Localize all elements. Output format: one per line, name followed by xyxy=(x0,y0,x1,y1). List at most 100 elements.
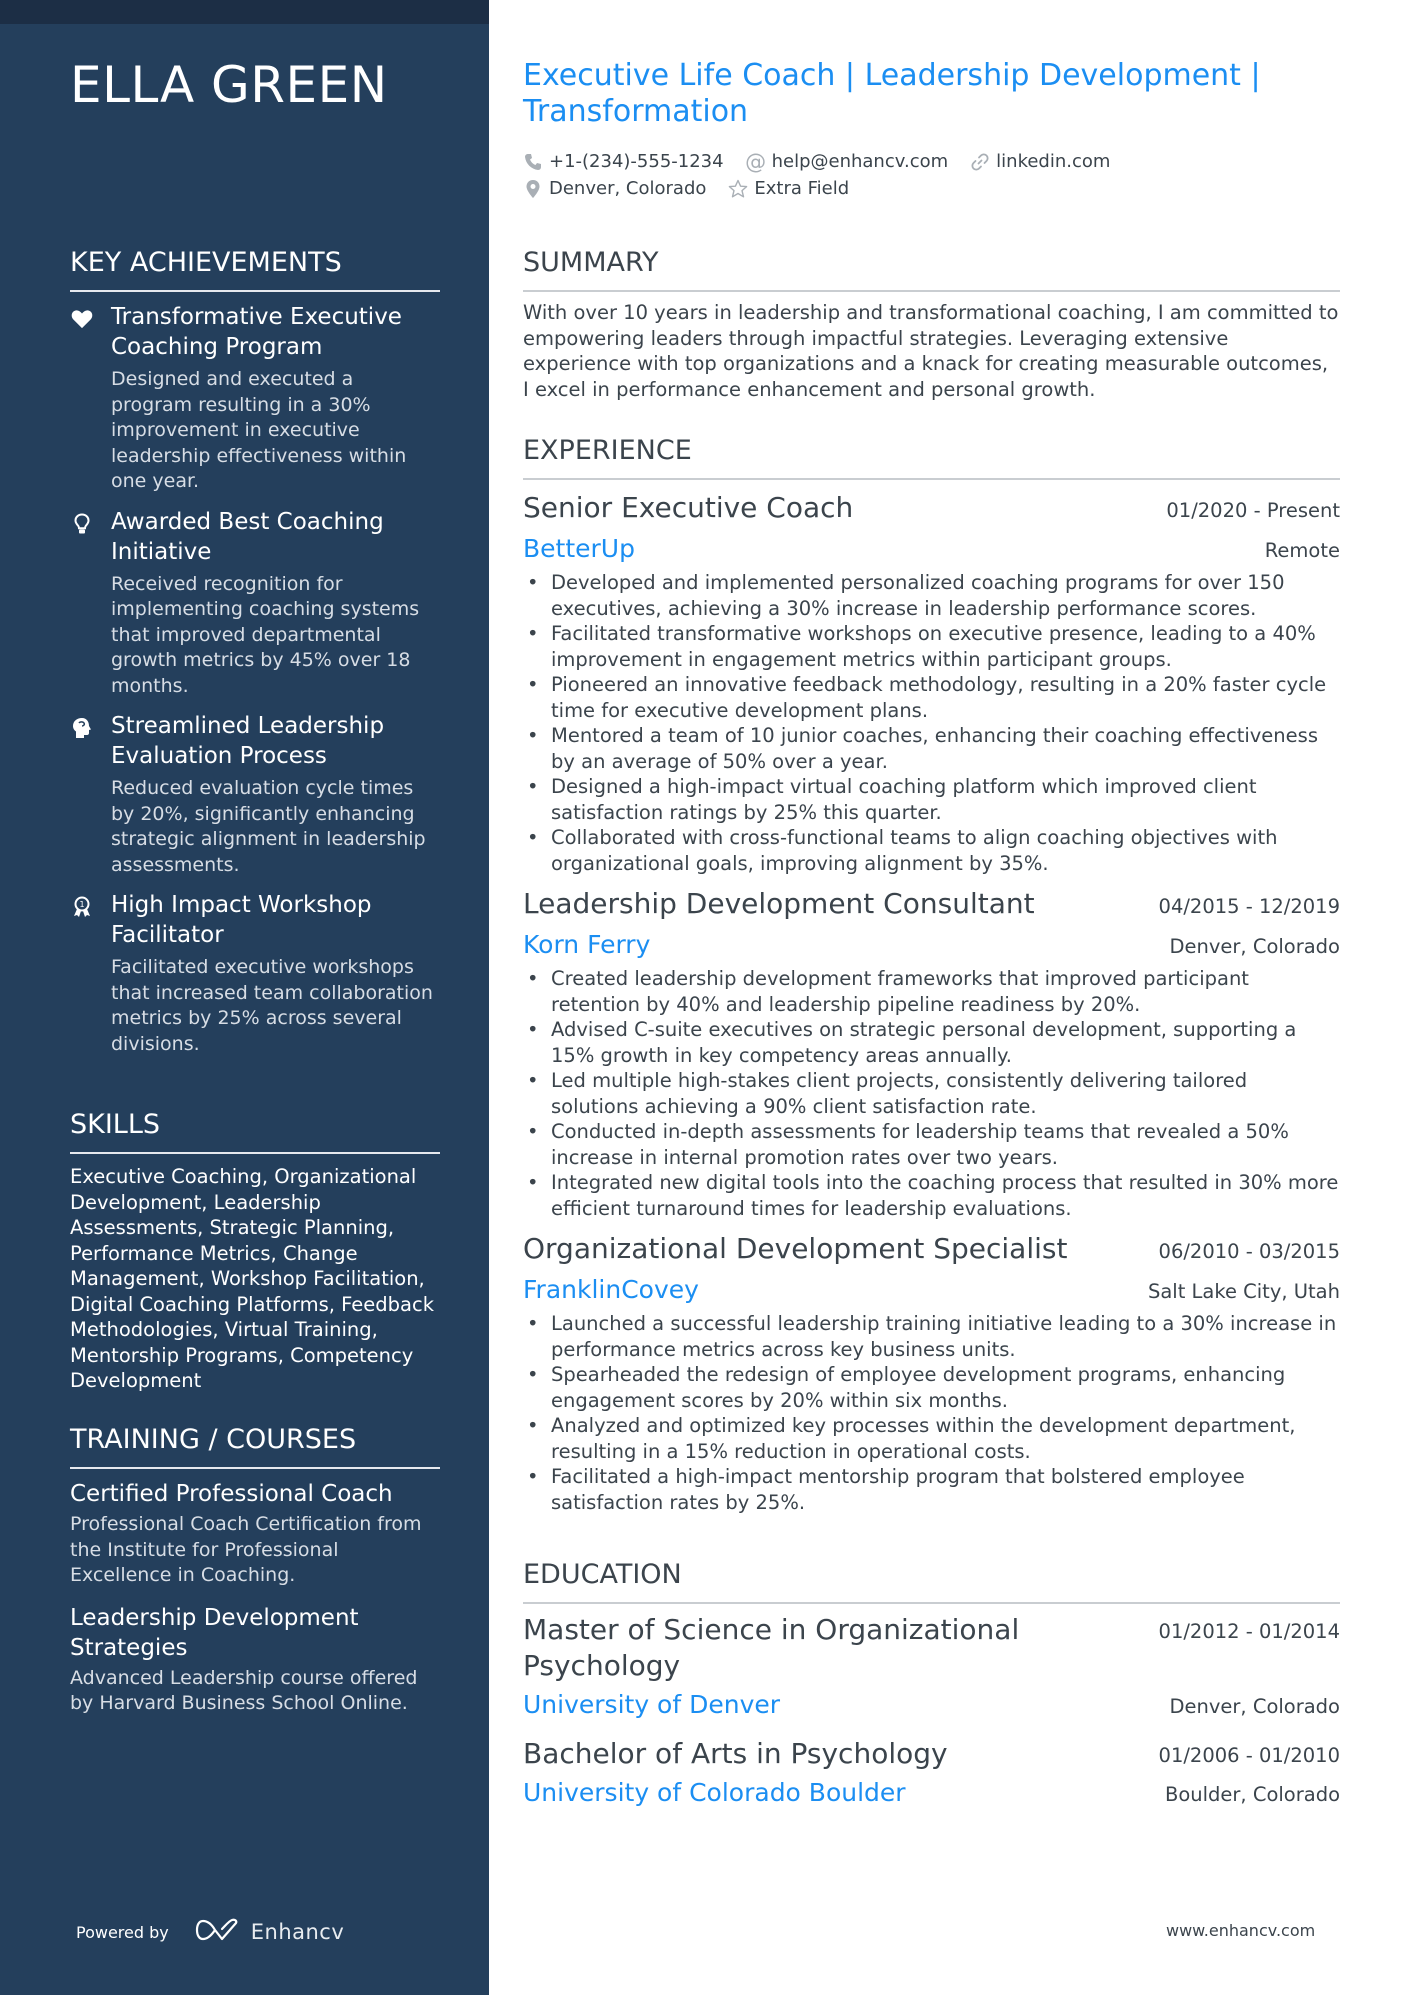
heart-icon xyxy=(70,308,94,330)
phone-contact[interactable]: +1-(234)-555-1234 xyxy=(523,151,724,172)
job-title: Organizational Development Specialist xyxy=(523,1232,1068,1265)
bullet-item: Conducted in-depth assessments for leade… xyxy=(523,1119,1340,1170)
education-dates: 01/2012 - 01/2014 xyxy=(1158,1620,1340,1643)
sidebar: ELLA GREEN KEY ACHIEVEMENTS Transformati… xyxy=(0,0,489,1995)
experience-section: EXPERIENCE Senior Executive Coach 01/202… xyxy=(523,434,1340,1523)
course-item: Leadership Development Strategies Advanc… xyxy=(70,1603,440,1717)
achievement-item: Streamlined Leadership Evaluation Proces… xyxy=(70,711,440,878)
location-contact: Denver, Colorado xyxy=(523,178,706,199)
email-contact[interactable]: @ help@enhancv.com xyxy=(745,149,949,174)
bullet-item: Launched a successful leadership trainin… xyxy=(523,1311,1340,1362)
achievement-title: Transformative Executive Coaching Progra… xyxy=(111,304,402,360)
education-section: EDUCATION Master of Science in Organizat… xyxy=(523,1558,1340,1824)
bullet-item: Collaborated with cross-functional teams… xyxy=(523,825,1340,876)
bullet-item: Spearheaded the redesign of employee dev… xyxy=(523,1362,1340,1413)
linkedin-url: linkedin.com xyxy=(996,151,1111,172)
location-text: Denver, Colorado xyxy=(549,178,707,199)
enhancv-brand-name: Enhancv xyxy=(250,1920,345,1944)
job-dates: 01/2020 - Present xyxy=(1166,499,1340,522)
linkedin-contact[interactable]: linkedin.com xyxy=(970,151,1110,172)
lightbulb-icon xyxy=(70,512,94,535)
job-bullets: Created leadership development framework… xyxy=(523,966,1340,1221)
bullet-item: Analyzed and optimized key processes wit… xyxy=(523,1413,1340,1464)
course-title: Certified Professional Coach xyxy=(70,1481,393,1507)
achievement-description: Designed and executed a program resultin… xyxy=(111,368,407,492)
course-item: Certified Professional Coach Professiona… xyxy=(70,1479,440,1589)
bullet-item: Mentored a team of 10 junior coaches, en… xyxy=(523,723,1340,774)
education-heading: EDUCATION xyxy=(523,1558,1340,1604)
powered-by-label: Powered by xyxy=(76,1922,169,1942)
job-title: Leadership Development Consultant xyxy=(523,887,1035,920)
achievement-description: Reduced evaluation cycle times by 20%, s… xyxy=(111,777,426,876)
location-pin-icon xyxy=(523,179,543,199)
bullet-item: Pioneered an innovative feedback methodo… xyxy=(523,672,1340,723)
skills-section: SKILLS Executive Coaching, Organizationa… xyxy=(70,1108,440,1394)
job-dates: 06/2010 - 03/2015 xyxy=(1158,1240,1340,1263)
bullet-item: Integrated new digital tools into the co… xyxy=(523,1170,1340,1221)
bullet-item: Developed and implemented personalized c… xyxy=(523,570,1340,621)
job-bullets: Developed and implemented personalized c… xyxy=(523,570,1340,876)
key-achievements-section: KEY ACHIEVEMENTS Transformative Executiv… xyxy=(70,246,440,1069)
extra-field-text: Extra Field xyxy=(754,178,850,199)
course-title: Leadership Development Strategies xyxy=(70,1604,359,1661)
at-icon: @ xyxy=(745,149,767,174)
bullet-item: Advised C-suite executives on strategic … xyxy=(523,1017,1340,1068)
achievement-item: 1 High Impact Workshop Facilitator Facil… xyxy=(70,890,440,1057)
powered-by: Powered by Enhancv xyxy=(76,1917,344,1947)
achievement-description: Facilitated executive workshops that inc… xyxy=(111,956,433,1055)
bullet-item: Led multiple high-stakes client projects… xyxy=(523,1068,1340,1119)
svg-text:1: 1 xyxy=(79,900,84,909)
course-description: Advanced Leadership course offered by Ha… xyxy=(70,1666,418,1715)
company-name: Korn Ferry xyxy=(523,930,651,959)
bullet-item: Created leadership development framework… xyxy=(523,966,1340,1017)
summary-section: SUMMARY With over 10 years in leadership… xyxy=(523,246,1340,402)
experience-heading: EXPERIENCE xyxy=(523,434,1340,480)
contact-info: +1-(234)-555-1234 @ help@enhancv.com lin… xyxy=(523,148,1340,202)
company-name: FranklinCovey xyxy=(523,1275,699,1304)
education-entry: Master of Science in Organizational Psyc… xyxy=(523,1612,1340,1726)
education-entry: Bachelor of Arts in Psychology 01/2006 -… xyxy=(523,1736,1340,1814)
skills-list: Executive Coaching, Organizational Devel… xyxy=(70,1165,435,1392)
sidebar-top-band xyxy=(0,0,489,24)
course-description: Professional Coach Certification from th… xyxy=(70,1513,422,1586)
school-name: University of Colorado Boulder xyxy=(523,1778,906,1807)
job-location: Salt Lake City, Utah xyxy=(1147,1280,1340,1303)
award-ribbon-icon: 1 xyxy=(70,896,94,918)
enhancv-logo-link[interactable]: Enhancv xyxy=(195,1917,345,1947)
degree-title: Master of Science in Organizational Psyc… xyxy=(523,1613,1020,1682)
footer-website-link[interactable]: www.enhancv.com xyxy=(1166,1921,1315,1940)
education-dates: 01/2006 - 01/2010 xyxy=(1158,1744,1340,1767)
job-title: Senior Executive Coach xyxy=(523,491,854,524)
head-brain-icon xyxy=(70,717,94,739)
school-name: University of Denver xyxy=(523,1690,781,1719)
job-entry: Leadership Development Consultant 04/201… xyxy=(523,884,1340,1221)
extra-field-contact: Extra Field xyxy=(728,178,849,199)
link-icon xyxy=(970,152,990,172)
star-icon xyxy=(728,179,748,199)
degree-title: Bachelor of Arts in Psychology xyxy=(523,1737,948,1770)
job-entry: Senior Executive Coach 01/2020 - Present… xyxy=(523,488,1340,876)
achievement-title: Streamlined Leadership Evaluation Proces… xyxy=(111,713,385,769)
job-location: Remote xyxy=(1264,539,1340,562)
achievement-description: Received recognition for implementing co… xyxy=(111,572,420,697)
education-location: Denver, Colorado xyxy=(1169,1695,1341,1718)
email-address: help@enhancv.com xyxy=(771,151,949,172)
achievement-item: Transformative Executive Coaching Progra… xyxy=(70,302,440,495)
summary-heading: SUMMARY xyxy=(523,246,1340,292)
phone-number: +1-(234)-555-1234 xyxy=(549,151,724,172)
job-dates: 04/2015 - 12/2019 xyxy=(1158,895,1340,918)
bullet-item: Facilitated transformative workshops on … xyxy=(523,621,1340,672)
key-achievements-heading: KEY ACHIEVEMENTS xyxy=(70,246,440,292)
achievement-item: Awarded Best Coaching Initiative Receive… xyxy=(70,507,440,700)
achievement-title: High Impact Workshop Facilitator xyxy=(111,892,372,948)
job-location: Denver, Colorado xyxy=(1169,935,1341,958)
bullet-item: Designed a high-impact virtual coaching … xyxy=(523,774,1340,825)
skills-heading: SKILLS xyxy=(70,1108,440,1154)
summary-text: With over 10 years in leadership and tra… xyxy=(523,301,1339,401)
education-location: Boulder, Colorado xyxy=(1164,1783,1340,1806)
bullet-item: Facilitated a high-impact mentorship pro… xyxy=(523,1464,1340,1515)
phone-icon xyxy=(523,152,543,172)
company-name: BetterUp xyxy=(523,534,635,563)
job-entry: Organizational Development Specialist 06… xyxy=(523,1229,1340,1515)
headline: Executive Life Coach | Leadership Develo… xyxy=(523,58,1261,129)
